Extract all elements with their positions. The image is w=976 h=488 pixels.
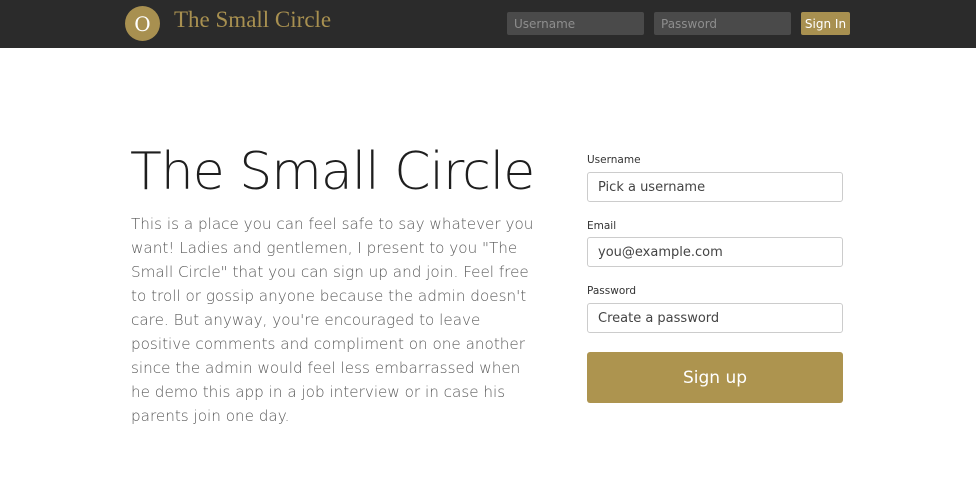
brand-name[interactable]: The Small Circle	[174, 7, 331, 33]
navbar-password-input[interactable]	[654, 12, 791, 35]
logo-icon[interactable]: O	[125, 6, 160, 41]
password-label: Password	[587, 285, 637, 297]
sign-in-button[interactable]: Sign In	[801, 12, 850, 35]
email-label: Email	[587, 220, 617, 232]
logo-letter: O	[134, 11, 151, 36]
hero-title: The Small Circle	[130, 142, 535, 202]
top-navbar: O The Small Circle Sign In	[0, 0, 976, 48]
signup-password-input[interactable]	[587, 303, 843, 333]
sign-up-button[interactable]: Sign up	[587, 352, 843, 403]
hero-description: This is a place you can feel safe to say…	[131, 215, 534, 425]
username-label: Username	[587, 154, 641, 166]
signup-email-input[interactable]	[587, 237, 843, 267]
signup-username-input[interactable]	[587, 172, 843, 202]
navbar-username-input[interactable]	[507, 12, 644, 35]
